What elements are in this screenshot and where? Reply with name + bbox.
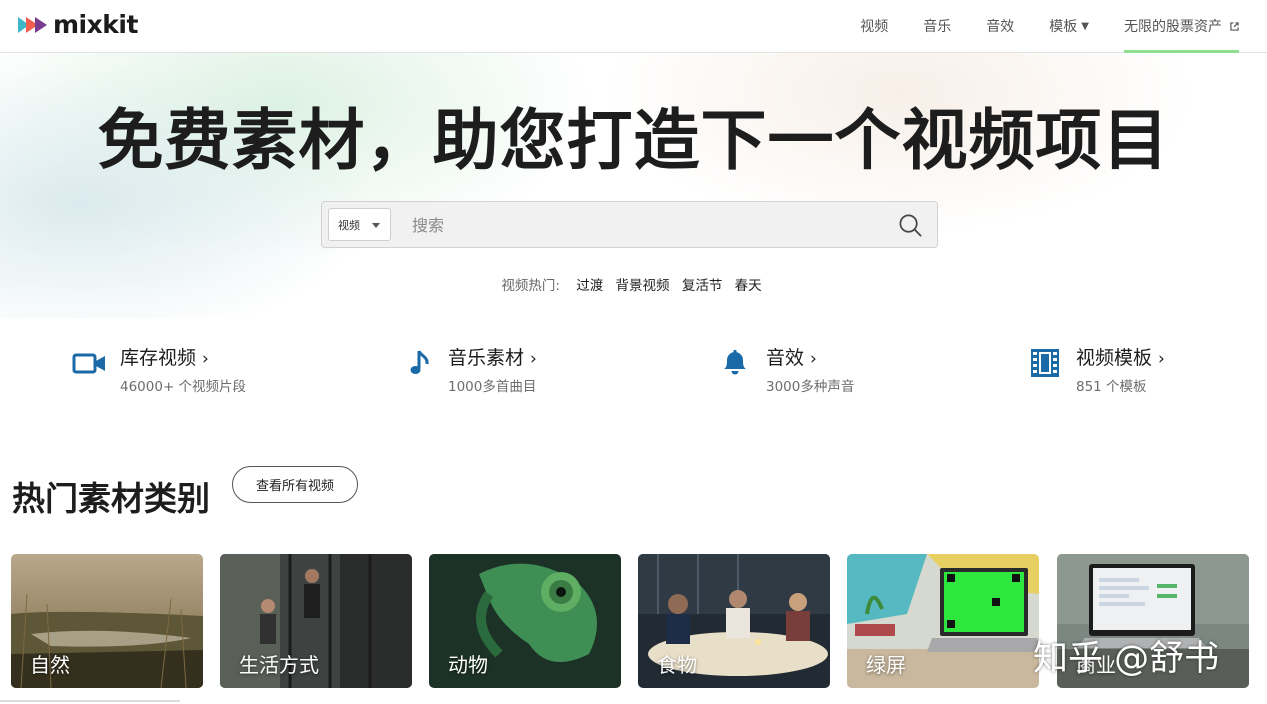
nav-music-label: 音乐 <box>923 18 952 35</box>
nav-unlimited-assets[interactable]: 无限的股票资产 <box>1124 0 1239 53</box>
scroll-indicator <box>0 700 180 702</box>
logo-text: mixkit <box>53 10 138 39</box>
search-type-value: 视频 <box>338 218 360 232</box>
chevron-right-icon: › <box>202 349 209 369</box>
hero-title: 免费素材，助您打造下一个视频项目 <box>97 102 1170 179</box>
nav-sfx[interactable]: 音效 <box>986 0 1014 53</box>
video-camera-icon <box>72 353 105 374</box>
category-title: 音乐素材 › <box>448 343 537 370</box>
trending-searches: 视频热门: 过渡 背景视频 复活节 春天 <box>0 274 1267 294</box>
tile-label: 动物 <box>448 653 488 677</box>
film-strip-icon <box>1031 349 1059 377</box>
category-title: 库存视频 › <box>120 343 209 370</box>
chevron-right-icon: › <box>530 349 537 369</box>
nav-video[interactable]: 视频 <box>860 0 888 53</box>
tile-animals[interactable]: 动物 <box>429 554 621 688</box>
tile-label: 绿屏 <box>866 653 906 677</box>
trending-link[interactable]: 春天 <box>735 278 762 294</box>
page: mixkit 视频 音乐 音效 模板 ▼ 无限的股票资产 免费素材，助您打造下一个… <box>0 0 1267 704</box>
category-subtitle: 851 个模板 <box>1076 379 1147 395</box>
watermark: 知乎 @舒书 <box>1033 639 1220 679</box>
trending-label: 视频热门: <box>501 278 560 294</box>
category-title: 音效 › <box>766 343 817 370</box>
chevron-right-icon: › <box>810 349 817 369</box>
popular-categories-heading: 热门素材类别 <box>12 479 210 518</box>
nav-unlimited-label: 无限的股票资产 <box>1124 18 1222 35</box>
dropdown-caret-icon <box>372 223 380 228</box>
category-title-text: 库存视频 <box>120 347 197 369</box>
category-subtitle: 46000+ 个视频片段 <box>120 379 247 395</box>
category-subtitle: 1000多首曲目 <box>448 379 537 395</box>
category-title-text: 视频模板 <box>1076 347 1153 369</box>
category-stock-video[interactable]: 库存视频 › 46000+ 个视频片段 <box>72 340 272 395</box>
tile-nature[interactable]: 自然 <box>11 554 203 688</box>
bell-icon <box>724 350 746 375</box>
category-subtitle: 3000多种声音 <box>766 379 855 395</box>
main-nav: 视频 音乐 音效 模板 ▼ 无限的股票资产 <box>825 0 1239 53</box>
mixkit-logo-icon <box>18 17 47 33</box>
nav-templates-label: 模板 <box>1049 18 1078 35</box>
nav-templates[interactable]: 模板 ▼ <box>1049 0 1089 53</box>
tile-food[interactable]: 食物 <box>638 554 830 688</box>
category-sound-effects[interactable]: 音效 › 3000多种声音 <box>718 340 918 395</box>
tile-label: 食物 <box>657 653 697 677</box>
category-stock-music[interactable]: 音乐素材 › 1000多首曲目 <box>405 340 605 395</box>
tile-green-screen[interactable]: 绿屏 <box>847 554 1039 688</box>
tile-label: 自然 <box>30 653 70 677</box>
trending-link[interactable]: 过渡 <box>576 278 603 294</box>
search-icon[interactable] <box>898 213 923 238</box>
trending-link[interactable]: 复活节 <box>682 278 723 294</box>
nav-sfx-label: 音效 <box>986 18 1015 35</box>
chevron-right-icon: › <box>1158 349 1165 369</box>
category-video-templates[interactable]: 视频模板 › 851 个模板 <box>1028 340 1228 395</box>
view-all-videos-button[interactable]: 查看所有视频 <box>232 466 358 503</box>
logo[interactable]: mixkit <box>18 10 138 40</box>
search-bar: 视频 <box>321 201 938 248</box>
search-input[interactable] <box>402 210 872 240</box>
category-title-text: 音乐素材 <box>448 347 525 369</box>
category-title: 视频模板 › <box>1076 343 1165 370</box>
search-type-select[interactable]: 视频 <box>328 208 391 241</box>
nav-video-label: 视频 <box>860 18 889 35</box>
top-navbar: mixkit 视频 音乐 音效 模板 ▼ 无限的股票资产 <box>0 0 1267 53</box>
nav-music[interactable]: 音乐 <box>923 0 951 53</box>
trending-link[interactable]: 背景视频 <box>616 278 670 294</box>
external-link-icon <box>1230 22 1239 31</box>
hero-section: 免费素材，助您打造下一个视频项目 视频 视频热门: 过渡 背景视频 复活节 春天 <box>0 53 1267 318</box>
tile-label: 生活方式 <box>239 653 319 677</box>
tile-lifestyle[interactable]: 生活方式 <box>220 554 412 688</box>
caret-down-icon: ▼ <box>1081 20 1089 32</box>
music-note-icon <box>410 350 429 374</box>
category-title-text: 音效 <box>766 347 805 369</box>
